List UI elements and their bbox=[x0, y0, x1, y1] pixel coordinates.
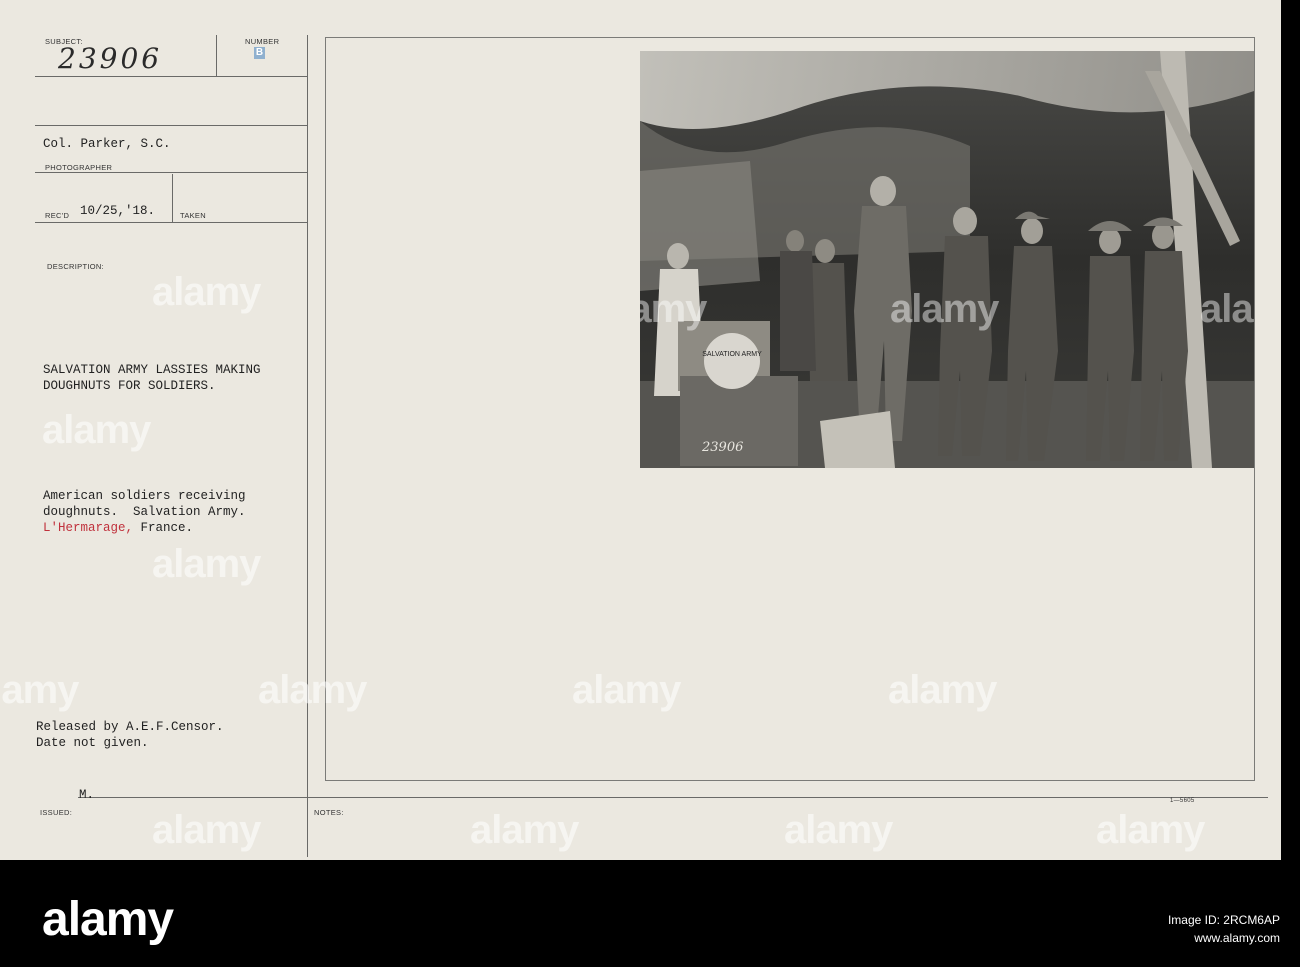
taken-label: TAKEN bbox=[180, 211, 206, 220]
photograph: SALVATION ARMY 23906 my alamy ala bbox=[640, 51, 1254, 468]
number-stamp: B bbox=[254, 47, 265, 59]
photographer-line bbox=[35, 172, 307, 173]
watermark-10: alamy bbox=[784, 808, 893, 852]
watermark-3: alamy bbox=[152, 542, 261, 586]
caption-line-2: doughnuts. Salvation Army. bbox=[43, 505, 246, 519]
alamy-logo[interactable]: alamy bbox=[42, 892, 174, 947]
image-id-block: Image ID: 2RCM6AP www.alamy.com bbox=[1168, 911, 1280, 947]
issued-line bbox=[78, 797, 1268, 798]
watermark-11: alamy bbox=[1096, 808, 1205, 852]
caption-place: L'Hermarage, bbox=[43, 521, 134, 535]
salvation-army-sign: SALVATION ARMY bbox=[702, 351, 762, 358]
watermark-photo-3: alamy bbox=[1200, 287, 1254, 331]
watermark-7: alamy bbox=[888, 668, 997, 712]
number-label: NUMBER bbox=[245, 37, 280, 46]
watermark-1: alamy bbox=[152, 270, 261, 314]
subject-divider bbox=[216, 35, 217, 77]
issued-value: M. bbox=[79, 788, 95, 802]
footer-bar bbox=[0, 878, 1300, 967]
release-note: Released by A.E.F.Censor. Date not given… bbox=[36, 720, 224, 750]
site-url[interactable]: www.alamy.com bbox=[1168, 929, 1280, 947]
date-divider bbox=[172, 174, 173, 222]
recd-label: REC'D bbox=[45, 211, 70, 220]
negative-number: 23906 bbox=[701, 440, 743, 455]
date-line bbox=[35, 222, 307, 223]
rule-1 bbox=[35, 125, 307, 126]
watermark-5: alamy bbox=[258, 668, 367, 712]
caption-title: SALVATION ARMY LASSIES MAKING DOUGHNUTS … bbox=[43, 363, 261, 393]
image-id: Image ID: 2RCM6AP bbox=[1167, 913, 1280, 927]
subject-line bbox=[35, 76, 307, 77]
caption-country: France. bbox=[133, 521, 194, 535]
watermark-9: alamy bbox=[470, 808, 579, 852]
caption-location: L'Hermarage, France. bbox=[43, 520, 193, 536]
archive-card: SUBJECT: NUMBER PHOTOGRAPHER REC'D TAKEN… bbox=[0, 0, 1281, 860]
watermark-6: alamy bbox=[572, 668, 681, 712]
subject-number: 23906 bbox=[58, 42, 163, 75]
description-label: DESCRIPTION: bbox=[47, 262, 104, 271]
watermark-photo-2: alamy bbox=[890, 287, 999, 331]
photographer-name: Col. Parker, S.C. bbox=[43, 137, 171, 151]
watermark-2: alamy bbox=[42, 408, 151, 452]
photograph-illustration: SALVATION ARMY 23906 bbox=[640, 51, 1254, 468]
watermark-4: alamy bbox=[0, 668, 79, 712]
recd-date: 10/25,'18. bbox=[80, 204, 156, 218]
caption-line-1: American soldiers receiving bbox=[43, 489, 246, 503]
photographer-label: PHOTOGRAPHER bbox=[45, 163, 113, 172]
watermark-8: alamy bbox=[152, 808, 261, 852]
notes-label: NOTES: bbox=[314, 808, 344, 817]
issued-label: ISSUED: bbox=[40, 808, 73, 817]
watermark-photo-1: alamy bbox=[640, 287, 707, 331]
column-divider bbox=[307, 35, 308, 857]
form-code: 1—5605 bbox=[1170, 798, 1195, 804]
